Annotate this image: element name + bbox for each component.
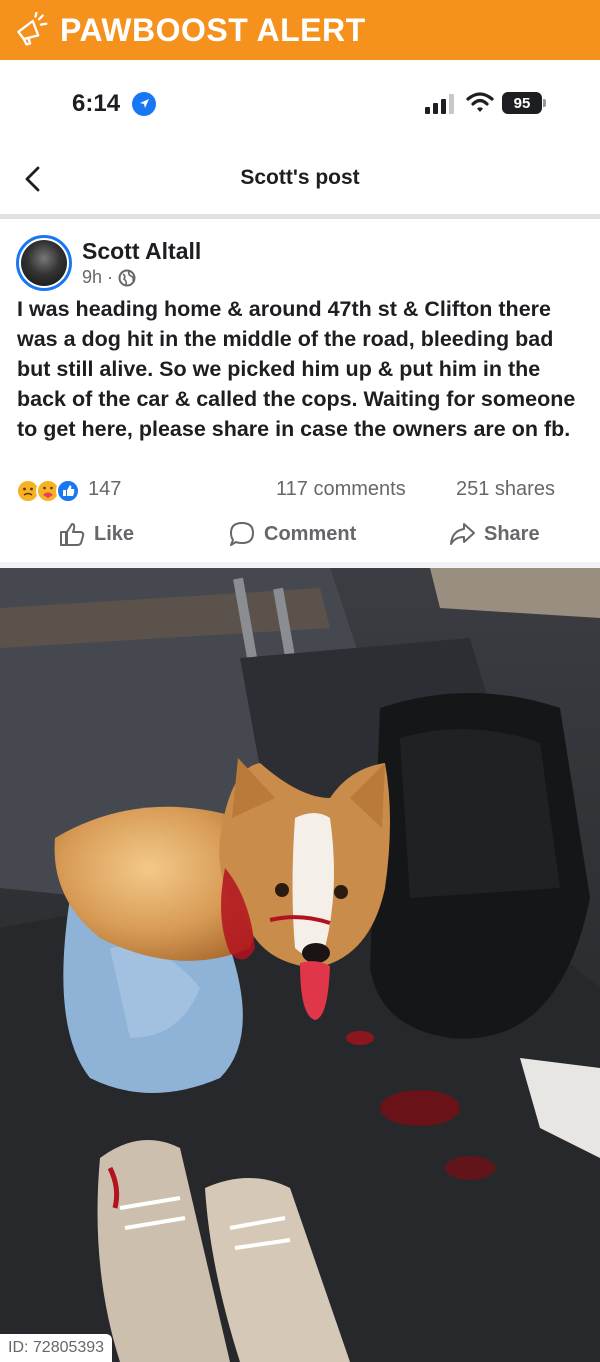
cellular-signal-icon [425, 94, 457, 114]
like-button[interactable]: Like [58, 520, 134, 548]
post-actions: Like Comment Share [0, 514, 600, 558]
post-meta: 9h · [82, 267, 136, 288]
post-time[interactable]: 9h [82, 267, 102, 288]
comments-count[interactable]: 117 comments [276, 478, 406, 501]
battery-cap [543, 99, 546, 107]
comment-button[interactable]: Comment [228, 520, 356, 548]
battery-indicator: 95 [502, 92, 542, 114]
reactions-icons[interactable] [16, 478, 84, 504]
post-photo[interactable]: ID: 72805393 [0, 568, 600, 1362]
pawboost-id-label: ID: 72805393 [0, 1334, 113, 1362]
reaction-count[interactable]: 147 [88, 478, 121, 501]
share-label: Share [484, 522, 540, 545]
post-stats: 147 117 comments 251 shares [0, 476, 600, 506]
pawboost-banner: PAWBOOST ALERT [0, 0, 600, 60]
status-time: 6:14 [72, 90, 121, 117]
comment-bubble-icon [230, 522, 254, 546]
nav-bar: Scott's post [0, 148, 600, 214]
author-name[interactable]: Scott Altall [82, 238, 201, 265]
share-arrow-icon [450, 523, 475, 545]
like-label: Like [94, 522, 135, 545]
post-header: Scott Altall 9h · [0, 219, 600, 291]
banner-title: PAWBOOST ALERT [60, 11, 366, 48]
location-arrow-icon [132, 92, 156, 116]
avatar-image [21, 240, 67, 286]
megaphone-icon [12, 11, 50, 49]
meta-separator: · [107, 267, 114, 287]
share-button[interactable]: Share [448, 520, 540, 548]
shares-count[interactable]: 251 shares [456, 478, 555, 501]
comment-label: Comment [264, 522, 357, 545]
injured-dog-photo [0, 568, 600, 1362]
back-chevron-icon[interactable] [18, 164, 48, 194]
wifi-icon [466, 91, 494, 113]
globe-icon [118, 269, 136, 287]
thumbs-up-icon [60, 523, 85, 546]
page-title: Scott's post [240, 166, 360, 189]
avatar[interactable] [16, 235, 72, 291]
status-bar: 6:14 95 [0, 60, 600, 148]
post-text: I was heading home & around 47th st & Cl… [17, 297, 576, 441]
